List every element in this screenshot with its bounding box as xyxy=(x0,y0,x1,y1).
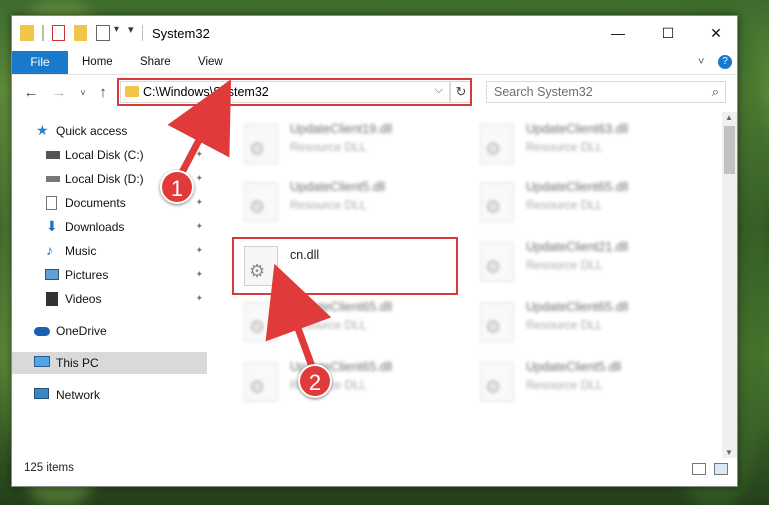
pin-icon[interactable]: ✦ xyxy=(195,245,203,256)
status-bar: 125 items xyxy=(12,462,737,484)
expand-ribbon-icon[interactable]: ˅ xyxy=(698,51,704,74)
sidebar-item-quick-access[interactable]: ★ Quick access xyxy=(12,120,207,142)
tab-share[interactable]: Share xyxy=(140,51,171,74)
gear-icon: ⚙ xyxy=(485,377,502,397)
dll-file-icon: ⚙ xyxy=(480,124,514,164)
pin-icon[interactable]: ✦ xyxy=(195,221,203,232)
pictures-icon xyxy=(45,269,59,280)
scrollbar-thumb[interactable] xyxy=(724,126,735,174)
cloud-icon xyxy=(34,327,50,336)
help-icon[interactable]: ? xyxy=(718,55,732,69)
pin-icon[interactable]: ✦ xyxy=(195,293,203,304)
gear-icon: ⚙ xyxy=(249,139,266,159)
gear-icon: ⚙ xyxy=(485,317,502,337)
gear-icon: ⚙ xyxy=(485,139,502,159)
scroll-up-icon[interactable]: ▲ xyxy=(725,113,733,122)
maximize-icon[interactable]: ☐ xyxy=(648,20,688,46)
sidebar-item-network[interactable]: Network xyxy=(12,384,207,406)
pin-icon[interactable]: ✦ xyxy=(195,197,203,208)
star-icon: ★ xyxy=(36,122,49,138)
pin-icon[interactable]: ✦ xyxy=(195,173,203,184)
navigation-pane: ★ Quick access Local Disk (C:) ✦ Local D… xyxy=(12,112,207,452)
gear-icon: ⚙ xyxy=(485,197,502,217)
recent-locations-icon[interactable]: ˅ xyxy=(74,84,92,102)
sidebar-item-onedrive[interactable]: OneDrive xyxy=(12,320,207,342)
dll-file-icon: ⚙ xyxy=(244,182,278,222)
dll-file-icon: ⚙ xyxy=(244,124,278,164)
up-icon[interactable]: ↑ xyxy=(94,84,112,102)
scroll-down-icon[interactable]: ▼ xyxy=(725,448,733,457)
vertical-scrollbar[interactable]: ▲ ▼ xyxy=(722,112,737,458)
list-item[interactable]: ⚙ UpdateClient65.dll Resource DLL xyxy=(244,358,469,408)
tab-home[interactable]: Home xyxy=(82,51,113,74)
file-highlight-box xyxy=(232,237,458,295)
pin-icon[interactable]: ✦ xyxy=(195,149,203,160)
details-view-icon[interactable] xyxy=(692,463,706,475)
new-folder-icon[interactable] xyxy=(74,25,87,41)
search-placeholder: Search System32 xyxy=(494,85,593,99)
list-item[interactable]: ⚙ UpdateClient63.dll Resource DLL xyxy=(480,120,705,170)
list-item[interactable]: ⚙ UpdateClient19.dll Resource DLL xyxy=(244,120,469,170)
forward-icon[interactable]: → xyxy=(50,84,68,102)
separator xyxy=(42,25,44,41)
tab-view[interactable]: View xyxy=(198,51,223,74)
address-highlight-box xyxy=(117,78,472,106)
tab-file[interactable]: File xyxy=(12,51,68,74)
documents-icon xyxy=(46,196,57,210)
back-icon[interactable]: ← xyxy=(22,84,40,102)
sidebar-item-pictures[interactable]: Pictures ✦ xyxy=(12,264,207,286)
gear-icon: ⚙ xyxy=(485,257,502,277)
dll-file-icon: ⚙ xyxy=(480,182,514,222)
sidebar-item-this-pc[interactable]: This PC xyxy=(12,352,207,374)
separator xyxy=(142,25,143,41)
title-bar: ▾ ▾ System32 — ☐ ✕ xyxy=(12,16,737,50)
gear-icon: ⚙ xyxy=(249,197,266,217)
gear-icon: ⚙ xyxy=(249,377,266,397)
large-icons-view-icon[interactable] xyxy=(714,463,728,475)
close-icon[interactable]: ✕ xyxy=(696,20,736,46)
computer-icon xyxy=(34,356,50,367)
list-item[interactable]: ⚙ UpdateClient5.dll Resource DLL xyxy=(480,358,705,408)
downloads-icon: ⬇ xyxy=(46,218,58,234)
step-badge-1: 1 xyxy=(160,170,194,204)
sidebar-item-music[interactable]: ♪ Music ✦ xyxy=(12,240,207,262)
network-icon xyxy=(34,388,49,399)
videos-icon xyxy=(46,292,58,306)
sidebar-item-downloads[interactable]: ⬇ Downloads ✦ xyxy=(12,216,207,238)
dll-file-icon: ⚙ xyxy=(480,362,514,402)
address-row: ← → ˅ ↑ C:\Windows\System32 ⌵ ↻ Search S… xyxy=(12,78,737,108)
drive-icon xyxy=(46,176,60,182)
list-item[interactable]: ⚙ UpdateClient5.dll Resource DLL xyxy=(244,178,469,228)
properties-icon[interactable] xyxy=(52,25,65,41)
folder-icon[interactable] xyxy=(20,25,34,41)
pin-icon[interactable]: ✦ xyxy=(195,269,203,280)
music-icon: ♪ xyxy=(46,242,53,258)
gear-icon: ⚙ xyxy=(249,317,266,337)
item-count: 125 items xyxy=(24,462,74,474)
drive-icon xyxy=(46,151,60,159)
list-item[interactable]: ⚙ UpdateClient65.dll Resource DLL xyxy=(480,298,705,348)
sidebar-item-local-disk-c[interactable]: Local Disk (C:) ✦ xyxy=(12,144,207,166)
dll-file-icon: ⚙ xyxy=(480,242,514,282)
quick-access-dropdown-icon[interactable]: ▾ xyxy=(128,23,134,39)
dll-file-icon: ⚙ xyxy=(480,302,514,342)
step-badge-2: 2 xyxy=(298,364,332,398)
list-item[interactable]: ⚙ UpdateClient65.dll Resource DLL xyxy=(244,298,469,348)
sidebar-item-videos[interactable]: Videos ✦ xyxy=(12,288,207,310)
explorer-window: ▾ ▾ System32 — ☐ ✕ File Home Share View … xyxy=(11,15,738,487)
search-input[interactable]: Search System32 ⌕ xyxy=(486,81,726,103)
dll-file-icon: ⚙ xyxy=(244,362,278,402)
customize-icon[interactable] xyxy=(96,25,110,41)
dll-file-icon: ⚙ xyxy=(244,302,278,342)
list-item[interactable]: ⚙ UpdateClient21.dll Resource DLL xyxy=(480,238,705,288)
window-title: System32 xyxy=(152,26,210,41)
search-icon[interactable]: ⌕ xyxy=(712,84,719,100)
list-item[interactable]: ⚙ UpdateClient65.dll Resource DLL xyxy=(480,178,705,228)
minimize-icon[interactable]: — xyxy=(598,20,638,46)
ribbon-tabs: File Home Share View ˅ ? xyxy=(12,51,737,75)
chevron-down-icon[interactable]: ▾ xyxy=(114,24,119,40)
